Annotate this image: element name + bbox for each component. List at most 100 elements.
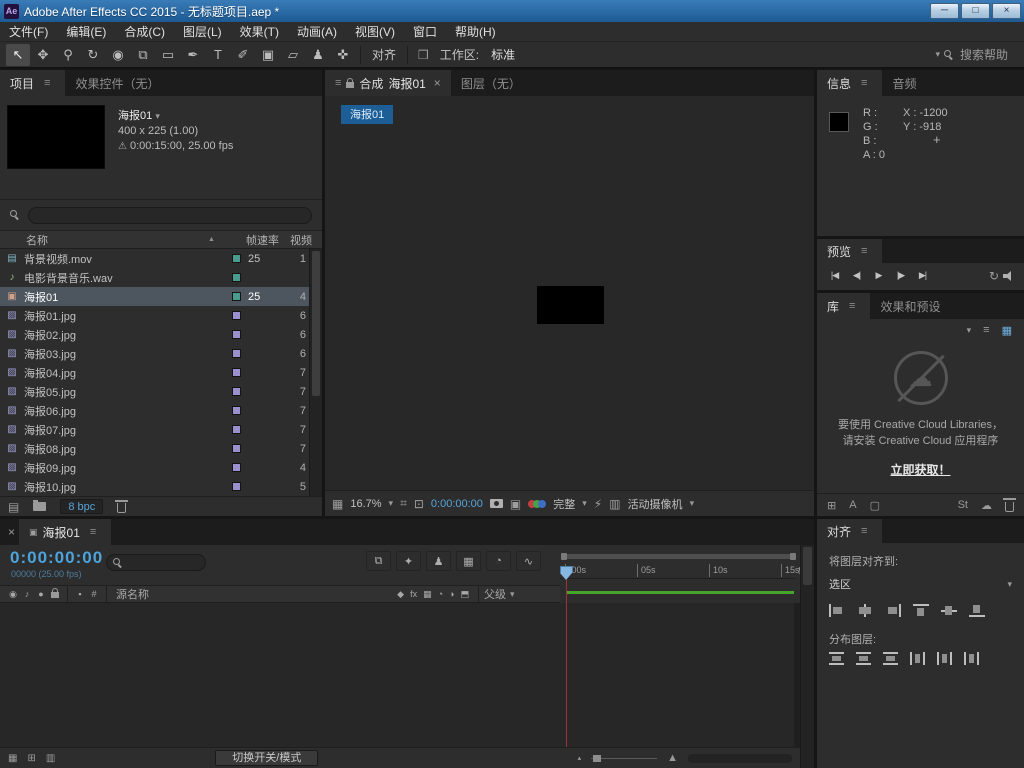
draft-3d-button[interactable]: ✦ xyxy=(396,551,421,571)
column-video[interactable]: 视频 xyxy=(290,232,322,248)
timeline-vertical-scrollbar[interactable] xyxy=(800,545,814,768)
search-help-input[interactable]: 搜索帮助 xyxy=(943,46,1008,63)
interpret-footage-icon[interactable]: ▤ xyxy=(8,500,19,514)
first-frame-button[interactable]: |◀ xyxy=(825,267,844,284)
add-character-style-icon[interactable]: A xyxy=(849,499,856,511)
comp-navigator-button[interactable]: 海报01 xyxy=(341,105,394,124)
distribute-left-button[interactable] xyxy=(910,652,925,665)
minimize-icon[interactable]: ─ xyxy=(930,3,959,19)
project-item-row[interactable]: ▨ 海报06.jpg 7 xyxy=(0,401,322,420)
grid-view-icon[interactable]: ▦ xyxy=(1002,324,1012,337)
panel-menu-icon[interactable]: ≡ xyxy=(85,526,101,538)
index-column-icon[interactable]: # xyxy=(87,589,101,599)
align-left-button[interactable] xyxy=(829,604,845,617)
rectangle-tool[interactable]: ▭ xyxy=(156,44,180,66)
workspace-icon[interactable]: ❒ xyxy=(418,48,429,62)
tab-effect-controls[interactable]: 效果控件（无） xyxy=(65,70,169,96)
label-color-swatch[interactable] xyxy=(224,254,248,263)
frame-blending-button[interactable]: ▦ xyxy=(456,551,481,571)
work-area-bar[interactable] xyxy=(561,553,796,560)
pan-behind-tool[interactable]: ⧉ xyxy=(131,44,155,66)
project-item-row[interactable]: ▤ 背景视频.mov 25 1 xyxy=(0,249,322,268)
loop-icon[interactable]: ↻ xyxy=(989,269,999,283)
tab-libraries[interactable]: 库 ≡ xyxy=(817,293,871,319)
label-color-swatch[interactable] xyxy=(224,444,248,453)
label-color-swatch[interactable] xyxy=(224,387,248,396)
audio-mute-icon[interactable] xyxy=(1003,270,1016,282)
comp-current-time[interactable]: 0:00:00:00 xyxy=(431,498,483,510)
close-tab-icon[interactable]: × xyxy=(431,76,441,90)
magnification-chevron-icon[interactable]: ▾ xyxy=(389,498,394,509)
sync-icon[interactable]: ☁ xyxy=(981,499,992,512)
transparency-grid-icon[interactable]: ▦ xyxy=(332,497,343,511)
project-item-row[interactable]: ▨ 海报02.jpg 6 xyxy=(0,325,322,344)
align-bottom-button[interactable] xyxy=(969,604,985,617)
project-scrollbar[interactable] xyxy=(309,249,322,496)
menu-item[interactable]: 窗口 xyxy=(404,22,446,42)
comp-mini-flowchart-button[interactable]: ⧉ xyxy=(366,551,391,571)
align-horiz-center-button[interactable] xyxy=(857,604,873,617)
active-camera-value[interactable]: 活动摄像机 xyxy=(628,496,683,512)
solo-column-icon[interactable]: ● xyxy=(34,589,48,599)
workspace-value[interactable]: 标准 xyxy=(491,46,515,63)
align-right-button[interactable] xyxy=(885,604,901,617)
brush-tool[interactable]: ✐ xyxy=(231,44,255,66)
snapshot-icon[interactable] xyxy=(489,499,503,508)
label-color-swatch[interactable] xyxy=(224,330,248,339)
distribute-horiz-center-button[interactable] xyxy=(937,652,952,665)
list-view-icon[interactable]: ≡ xyxy=(983,324,989,336)
label-color-swatch[interactable] xyxy=(224,425,248,434)
lock-icon[interactable] xyxy=(346,77,355,88)
timeline-horizontal-scrollbar[interactable] xyxy=(688,753,792,763)
snap-label[interactable]: 对齐 xyxy=(372,46,396,63)
resolution-chevron-icon[interactable]: ▾ xyxy=(582,498,587,509)
video-eye-icon[interactable]: ◉ xyxy=(6,589,20,600)
library-filter-chevron-icon[interactable]: ▾ xyxy=(967,325,972,336)
composition-viewer[interactable]: 海报01 xyxy=(325,96,814,490)
menu-item[interactable]: 合成(C) xyxy=(115,22,174,42)
lock-column-icon[interactable] xyxy=(51,587,59,598)
project-item-row[interactable]: ▨ 海报04.jpg 7 xyxy=(0,363,322,382)
panel-menu-icon[interactable]: ≡ xyxy=(856,77,872,89)
magnification-value[interactable]: 16.7% xyxy=(350,498,381,510)
timeline-zoom-slider[interactable] xyxy=(591,754,658,762)
menu-item[interactable]: 视图(V) xyxy=(346,22,404,42)
toggle-inout-pane-icon[interactable]: ▥ xyxy=(46,753,55,764)
toggle-layer-switches-pane-icon[interactable]: ▦ xyxy=(8,753,17,764)
distribute-right-button[interactable] xyxy=(964,652,979,665)
tab-align[interactable]: 对齐 ≡ xyxy=(817,519,883,543)
hand-tool[interactable]: ✥ xyxy=(31,44,55,66)
menu-item[interactable]: 效果(T) xyxy=(231,22,288,42)
panel-menu-icon[interactable]: ≡ xyxy=(856,245,872,257)
project-search-input[interactable] xyxy=(28,206,312,224)
quality-switch-icon[interactable]: ◆ xyxy=(397,589,404,600)
clone-stamp-tool[interactable]: ▣ xyxy=(256,44,280,66)
viewer-menu-icon[interactable]: ≡ xyxy=(335,77,341,89)
timeline-current-time[interactable]: 0:00:00:00 xyxy=(10,548,103,568)
tab-preview[interactable]: 预览 ≡ xyxy=(817,239,883,263)
layer-track-area[interactable] xyxy=(0,603,800,747)
adjustment-layer-switch-icon[interactable]: ◑ xyxy=(449,589,454,600)
play-button[interactable]: ▶ xyxy=(869,267,888,284)
close-icon[interactable]: × xyxy=(992,3,1021,19)
view-chevron-icon[interactable]: ▾ xyxy=(690,498,695,509)
menu-item[interactable]: 帮助(H) xyxy=(446,22,505,42)
column-source-name[interactable]: 源名称 xyxy=(112,586,397,602)
toggle-switches-modes-button[interactable]: 切换开关/模式 xyxy=(215,750,319,766)
workspace-chevron-icon[interactable]: ▾ xyxy=(935,49,940,60)
toggle-transfer-controls-pane-icon[interactable]: ⊞ xyxy=(27,753,35,764)
roto-brush-tool[interactable]: ♟ xyxy=(306,44,330,66)
project-bit-depth[interactable]: 8 bpc xyxy=(60,499,104,514)
delete-icon[interactable] xyxy=(115,499,129,513)
distribute-bottom-button[interactable] xyxy=(883,652,898,665)
label-color-swatch[interactable] xyxy=(224,463,248,472)
maximize-icon[interactable]: □ xyxy=(961,3,990,19)
label-color-swatch[interactable] xyxy=(224,482,248,491)
project-item-row[interactable]: ▨ 海报01.jpg 6 xyxy=(0,306,322,325)
project-item-row[interactable]: ▨ 海报09.jpg 4 xyxy=(0,458,322,477)
column-name[interactable]: 名称 xyxy=(0,232,208,248)
pixel-aspect-icon[interactable]: ▥ xyxy=(609,497,620,511)
item-usage-chevron-icon[interactable]: ▾ xyxy=(155,111,160,121)
fast-previews-icon[interactable]: ⚡ xyxy=(594,497,602,511)
tab-audio[interactable]: 音频 xyxy=(882,70,926,96)
